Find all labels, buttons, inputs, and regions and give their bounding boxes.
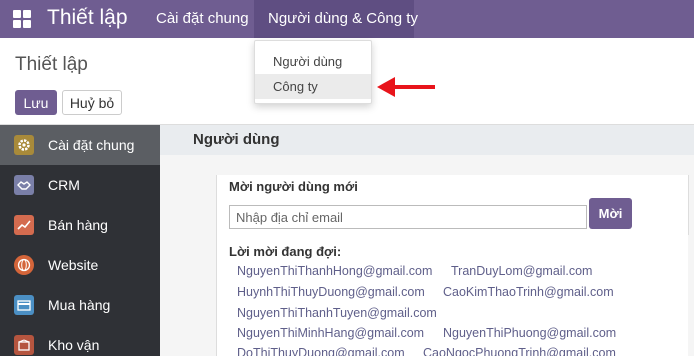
menu-general-settings[interactable]: Cài đặt chung — [156, 10, 249, 27]
apps-grid-icon[interactable] — [13, 10, 31, 28]
invite-email-input[interactable] — [229, 205, 587, 229]
pending-invitations-label: Lời mời đang đợi: — [229, 244, 342, 259]
sidebar-item-crm[interactable]: CRM — [0, 165, 160, 205]
pending-invite-link[interactable]: NguyenThiThanhHong@gmail.com — [237, 264, 432, 278]
users-companies-dropdown: Người dùng Công ty — [254, 40, 372, 104]
pending-invite-link[interactable]: NguyenThiPhuong@gmail.com — [443, 326, 616, 340]
sidebar-item-purchase[interactable]: Mua hàng — [0, 285, 160, 325]
top-navbar: Thiết lập Cài đặt chung Người dùng & Côn… — [0, 0, 694, 38]
card-icon — [14, 295, 34, 315]
discard-button[interactable]: Huỷ bỏ — [62, 90, 122, 115]
gear-icon — [14, 135, 34, 155]
divider — [688, 175, 689, 235]
handshake-icon — [14, 175, 34, 195]
sidebar-item-label: Kho vận — [48, 337, 100, 353]
sidebar-item-inventory[interactable]: Kho vận — [0, 325, 160, 356]
pending-invite-link[interactable]: NguyenThiThanhTuyen@gmail.com — [237, 306, 437, 320]
sidebar-item-label: Website — [48, 257, 99, 273]
chart-icon — [14, 215, 34, 235]
invite-label: Mời người dùng mới — [229, 179, 358, 194]
invite-button[interactable]: Mời — [589, 198, 632, 229]
pending-invite-link[interactable]: CaoKimThaoTrinh@gmail.com — [443, 285, 614, 299]
app-title: Thiết lập — [47, 6, 128, 29]
dropdown-item-users[interactable]: Người dùng — [255, 49, 371, 74]
sidebar-item-label: CRM — [48, 177, 80, 193]
menu-users-companies[interactable]: Người dùng & Công ty — [268, 10, 418, 27]
sidebar-item-label: Bán hàng — [48, 217, 108, 233]
sidebar-item-label: Mua hàng — [48, 297, 111, 313]
settings-sidebar: Cài đặt chung CRM Bán hàng Website Mua h… — [0, 125, 160, 356]
pending-invite-link[interactable]: HuynhThiThuyDuong@gmail.com — [237, 285, 425, 299]
page-title: Thiết lập — [15, 54, 88, 75]
box-icon — [14, 335, 34, 355]
globe-icon — [14, 255, 34, 275]
sidebar-item-website[interactable]: Website — [0, 245, 160, 285]
pending-invite-link[interactable]: NguyenThiMinhHang@gmail.com — [237, 326, 424, 340]
pending-invite-link[interactable]: CaoNgocPhuongTrinh@gmail.com — [423, 346, 616, 356]
save-button[interactable]: Lưu — [15, 90, 57, 115]
dropdown-item-companies[interactable]: Công ty — [255, 74, 371, 99]
pending-invite-link[interactable]: DoThiThuyDuong@gmail.com — [237, 346, 405, 356]
pending-invite-link[interactable]: TranDuyLom@gmail.com — [451, 264, 592, 278]
sidebar-item-sales[interactable]: Bán hàng — [0, 205, 160, 245]
red-arrow-annotation — [377, 77, 435, 97]
section-title: Người dùng — [193, 131, 280, 148]
sidebar-item-general-settings[interactable]: Cài đặt chung — [0, 125, 160, 165]
sidebar-item-label: Cài đặt chung — [48, 137, 135, 153]
